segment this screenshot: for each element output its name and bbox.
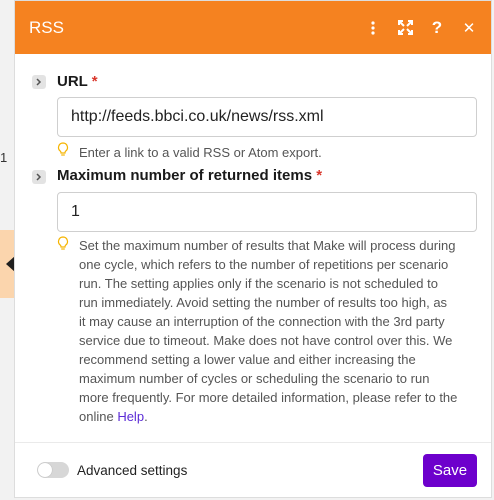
more-vertical-icon[interactable] <box>365 20 381 36</box>
dialog-title: RSS <box>29 17 64 37</box>
save-button[interactable]: Save <box>423 453 477 487</box>
hint-line: maximum number of cycles or scheduling t… <box>79 371 430 386</box>
help-link[interactable]: Help <box>117 409 144 424</box>
dialog-header: RSS ? ✕ <box>15 1 491 54</box>
hint-line: run. The setting applies only if the sce… <box>79 276 438 291</box>
hint-line-last: online Help. <box>79 409 148 424</box>
header-actions: ? ✕ <box>365 18 477 37</box>
rss-module-dialog: RSS ? ✕ URL * http://feeds.bbci.co.uk/ne… <box>14 0 492 498</box>
hint-line: one cycle, which refers to the number of… <box>79 257 449 272</box>
hint-line: recommend setting a lower value and eith… <box>79 352 416 367</box>
advanced-settings-toggle[interactable] <box>37 462 69 478</box>
hint-line: it may cause an interruption of the conn… <box>79 314 445 329</box>
expand-icon[interactable] <box>397 20 413 36</box>
lightbulb-icon <box>57 236 69 256</box>
max-items-label: Maximum number of returned items * <box>57 167 323 184</box>
max-items-input[interactable]: 1 <box>57 192 477 232</box>
help-icon[interactable]: ? <box>429 18 445 37</box>
url-input[interactable]: http://feeds.bbci.co.uk/news/rss.xml <box>57 97 477 137</box>
max-items-hint: Set the maximum number of results that M… <box>79 236 457 426</box>
hint-line: more frequently. For more detailed infor… <box>79 390 458 405</box>
url-collapse-chevron-icon[interactable] <box>32 75 46 89</box>
toggle-knob <box>38 463 52 477</box>
max-items-collapse-chevron-icon[interactable] <box>32 170 46 184</box>
close-icon[interactable]: ✕ <box>461 20 477 37</box>
lightbulb-icon <box>57 142 69 162</box>
url-label: URL * <box>57 73 98 90</box>
required-asterisk: * <box>91 73 98 90</box>
dialog-footer: Advanced settings Save <box>15 442 491 497</box>
hint-line: Set the maximum number of results that M… <box>79 238 456 253</box>
required-asterisk: * <box>316 167 323 184</box>
hint-line: service due to timeout. Make does not ha… <box>79 333 453 348</box>
advanced-settings-label: Advanced settings <box>77 462 188 478</box>
hint-line: run immediately. Avoid setting the numbe… <box>79 295 448 310</box>
background-node-number: 1 <box>0 150 8 165</box>
url-hint: Enter a link to a valid RSS or Atom expo… <box>79 145 322 160</box>
